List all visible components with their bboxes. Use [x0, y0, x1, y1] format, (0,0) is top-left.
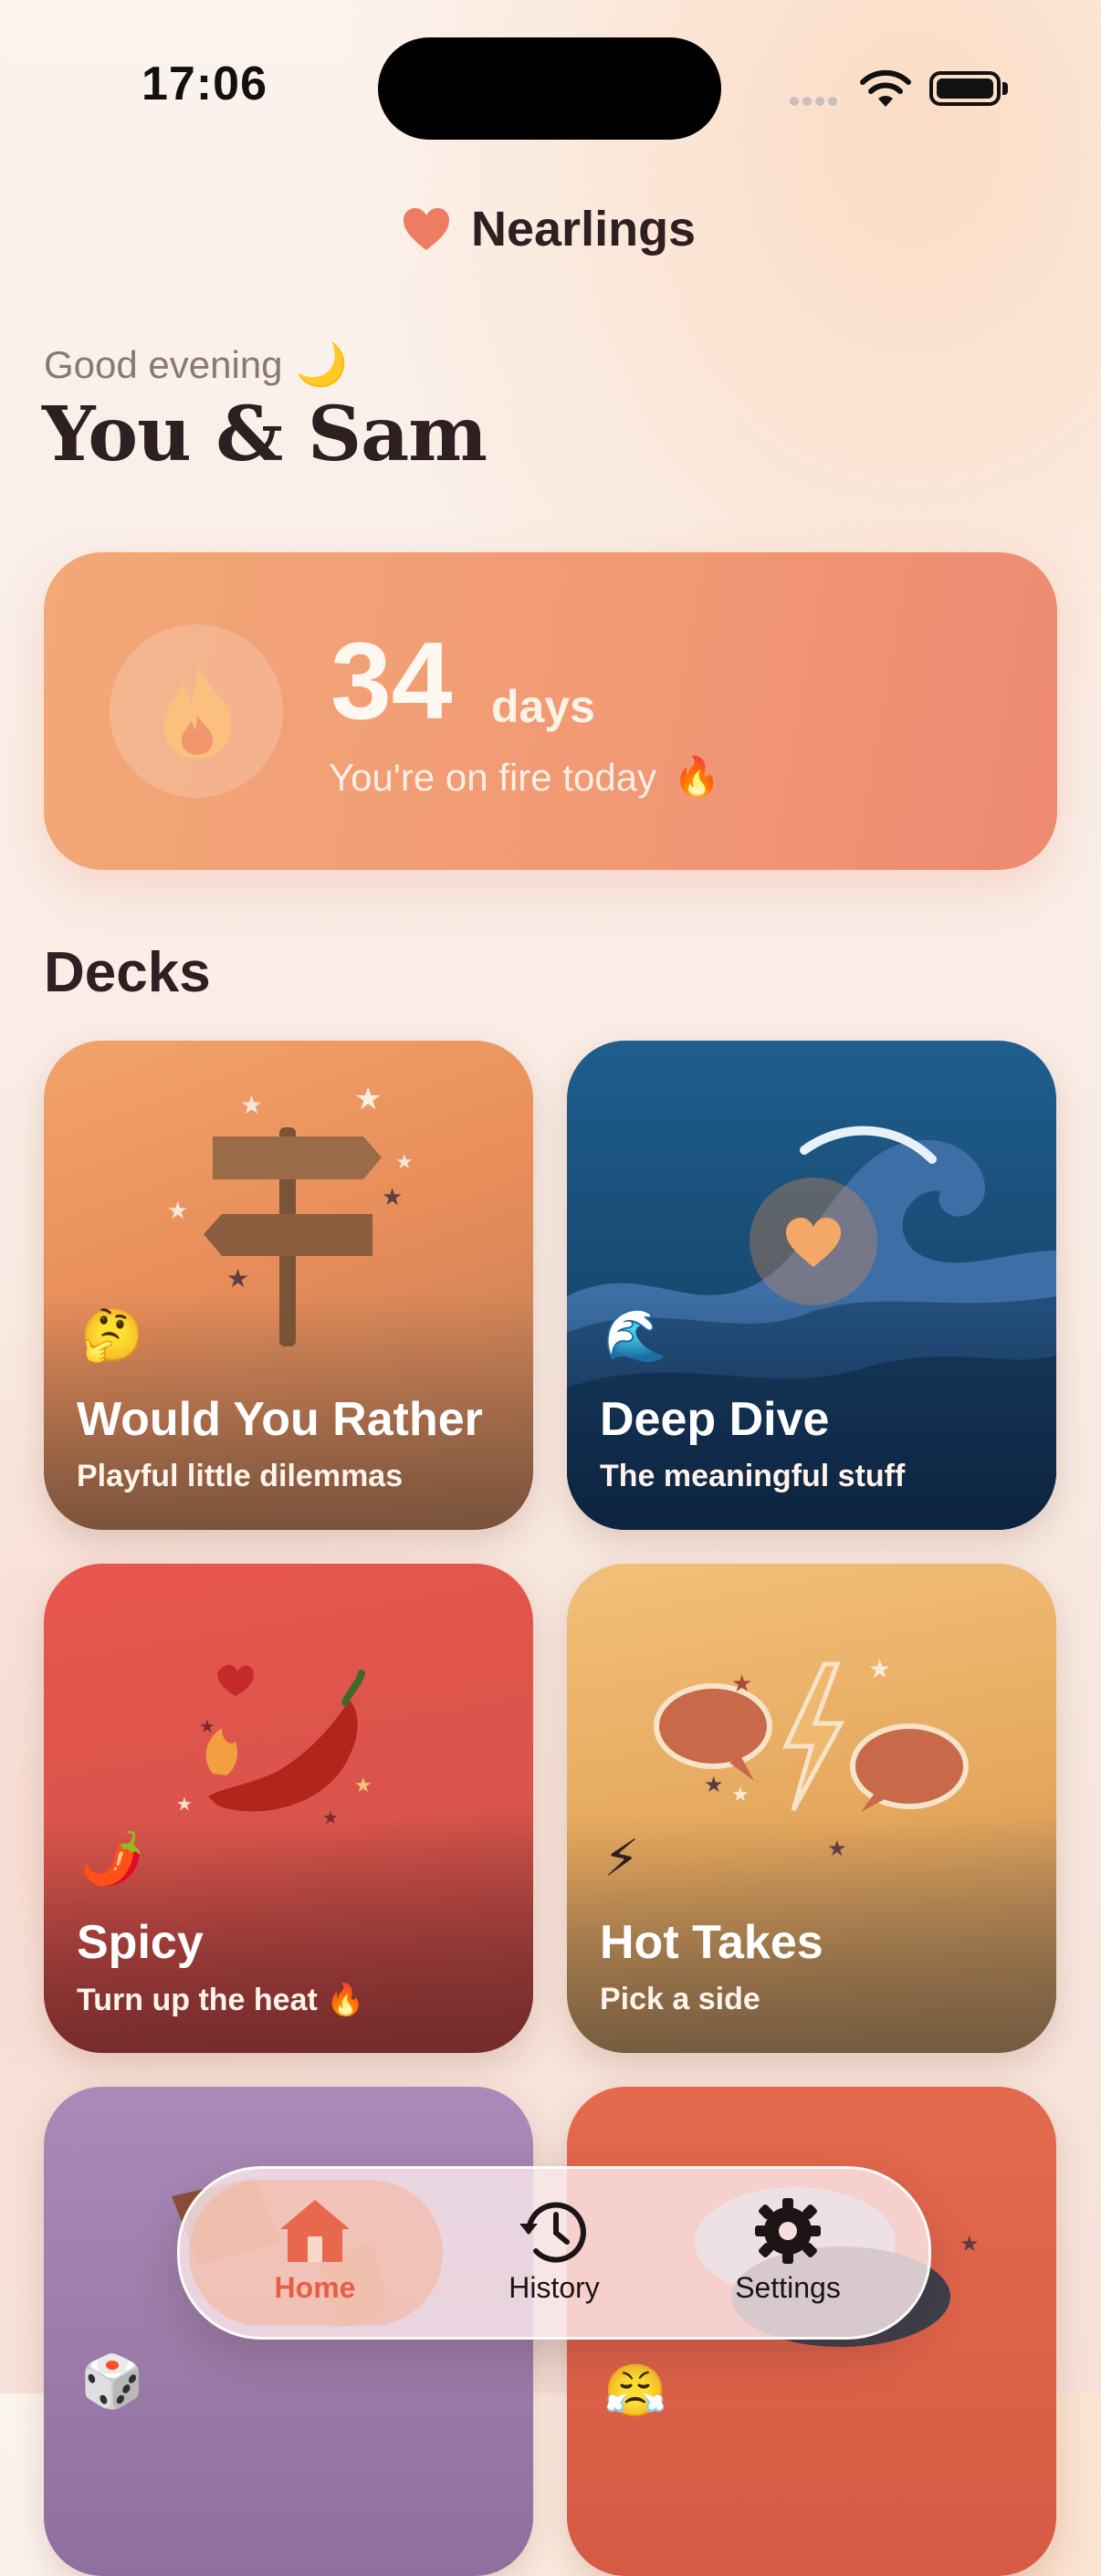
deck-card-deep-dive[interactable]: 🌊 Deep Dive The meaningful stuff — [567, 1041, 1056, 1530]
svg-text:★: ★ — [395, 1150, 414, 1173]
deck-subtitle: The meaningful stuff — [600, 1459, 906, 1493]
moon-icon: 🌙 — [295, 340, 348, 388]
tab-label: History — [509, 2271, 600, 2304]
svg-text:★: ★ — [382, 1183, 403, 1210]
tab-history[interactable]: History — [454, 2196, 655, 2305]
deck-title: Would You Rather — [77, 1393, 483, 1446]
app-header: Nearlings — [402, 201, 696, 257]
app-name: Nearlings — [471, 202, 697, 257]
deck-subtitle: Turn up the heat 🔥 — [77, 1983, 365, 2017]
heart-icon — [404, 208, 449, 250]
dynamic-island — [378, 37, 721, 140]
dice-icon: 🎲 — [80, 2352, 144, 2410]
angry-face-icon: 😤 — [603, 2361, 667, 2419]
streak-unit: days — [491, 681, 595, 732]
greeting-text: Good evening — [44, 342, 283, 386]
lightning-icon: ⚡ — [603, 1829, 640, 1887]
svg-text:★: ★ — [868, 1655, 891, 1683]
deck-subtitle: Pick a side — [600, 1982, 760, 2016]
svg-text:★: ★ — [354, 1082, 382, 1116]
page-title: You & Sam — [42, 391, 488, 478]
svg-text:★: ★ — [240, 1091, 263, 1119]
deck-title: Spicy — [77, 1916, 204, 1969]
deck-title: Deep Dive — [600, 1393, 830, 1446]
wave-icon: 🌊 — [603, 1306, 667, 1364]
wifi-icon — [860, 69, 911, 107]
svg-text:★: ★ — [226, 1264, 249, 1293]
history-clock-icon — [519, 2202, 586, 2263]
streak-message: You're on fire today 🔥 — [329, 755, 720, 800]
thinking-face-icon: 🤔 — [80, 1306, 144, 1364]
deck-card-spicy[interactable]: ★ ★ ★ ★ 🌶️ Spicy Turn up the heat 🔥 — [44, 1564, 533, 2053]
streak-count: 34 — [330, 620, 453, 742]
house-icon — [280, 2200, 350, 2262]
deck-card-would-you-rather[interactable]: ★ ★ ★ ★ ★ ★ 🤔 Would You Rather Playful l… — [44, 1041, 533, 1530]
streak-message-text: You're on fire today — [329, 755, 657, 799]
svg-text:★: ★ — [704, 1773, 724, 1797]
svg-text:★: ★ — [731, 1670, 752, 1697]
tab-label: Settings — [735, 2271, 841, 2304]
gear-icon — [755, 2198, 821, 2264]
streak-card[interactable]: 34 days You're on fire today 🔥 — [44, 552, 1057, 870]
chili-pepper-icon: 🌶️ — [80, 1829, 144, 1887]
svg-text:★: ★ — [176, 1795, 193, 1815]
tab-settings[interactable]: Settings — [687, 2196, 888, 2305]
tab-bar: Home History Settings — [177, 2166, 931, 2340]
decks-section-title: Decks — [44, 941, 211, 1004]
status-time: 17:06 — [142, 58, 267, 110]
svg-text:★: ★ — [959, 2232, 980, 2257]
battery-icon — [929, 71, 1001, 106]
svg-text:★: ★ — [199, 1717, 215, 1737]
svg-text:★: ★ — [731, 1783, 750, 1806]
deck-title: Hot Takes — [600, 1916, 823, 1969]
battery-nub — [1002, 82, 1008, 95]
fire-emoji-icon: 🔥 — [673, 755, 721, 798]
greeting: Good evening 🌙 — [44, 340, 348, 390]
tab-label: Home — [274, 2271, 356, 2304]
tab-home[interactable]: Home — [215, 2196, 415, 2305]
flame-icon — [163, 665, 231, 759]
cellular-signal-icon — [790, 94, 841, 110]
svg-text:★: ★ — [354, 1774, 372, 1796]
svg-text:★: ★ — [167, 1197, 188, 1224]
deck-card-hot-takes[interactable]: ★ ★ ★ ★ ★ ⚡ Hot Takes Pick a side — [567, 1564, 1056, 2053]
deck-subtitle: Playful little dilemmas — [77, 1459, 404, 1493]
